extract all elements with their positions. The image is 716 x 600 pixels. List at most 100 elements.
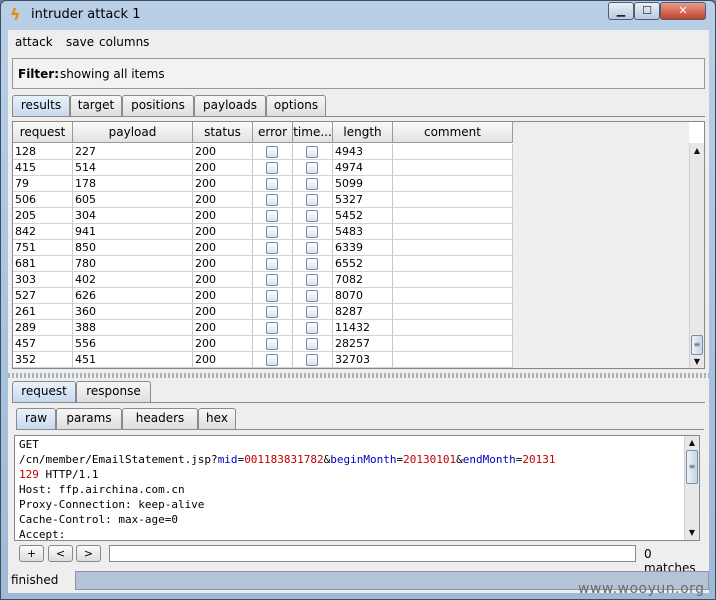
search-previous-button[interactable]: < (48, 545, 73, 562)
tab-request[interactable]: request (12, 381, 76, 402)
tab-payloads[interactable]: payloads (194, 95, 266, 116)
error-checkbox[interactable] (266, 194, 278, 206)
error-checkbox[interactable] (266, 290, 278, 302)
table-row[interactable]: 128 227 200 4943 (13, 144, 513, 160)
timeout-checkbox[interactable] (306, 210, 318, 222)
error-checkbox[interactable] (266, 178, 278, 190)
error-checkbox[interactable] (266, 226, 278, 238)
timeout-checkbox[interactable] (306, 354, 318, 366)
table-row[interactable]: 506 605 200 5327 (13, 192, 513, 208)
search-input[interactable] (109, 545, 636, 562)
scroll-thumb[interactable]: ≡ (691, 335, 703, 355)
cell-request: 289 (13, 320, 73, 336)
error-checkbox[interactable] (266, 258, 278, 270)
scroll-thumb[interactable]: ≡ (686, 450, 698, 484)
table-row[interactable]: 205 304 200 5452 (13, 208, 513, 224)
column-request[interactable]: request (13, 122, 73, 143)
table-scrollbar[interactable]: ▲ ≡ ▼ (689, 143, 704, 368)
cell-error (253, 272, 293, 288)
tab-raw[interactable]: raw (16, 408, 56, 429)
request-text[interactable]: GET /cn/member/EmailStatement.jsp?mid=00… (19, 437, 681, 542)
cell-status: 200 (193, 160, 253, 176)
table-row[interactable]: 527 626 200 8070 (13, 288, 513, 304)
tab-results[interactable]: results (12, 95, 70, 116)
error-checkbox[interactable] (266, 162, 278, 174)
menu-columns[interactable]: columns (99, 35, 149, 49)
tab-positions[interactable]: positions (122, 95, 194, 116)
column-comment[interactable]: comment (393, 122, 513, 143)
cell-length: 8070 (333, 288, 393, 304)
scroll-up-icon[interactable]: ▲ (691, 145, 703, 156)
menu-save[interactable]: save (66, 35, 94, 49)
tab-params[interactable]: params (56, 408, 122, 429)
tab-divider (12, 116, 705, 117)
cell-status: 200 (193, 352, 253, 368)
filter-bar[interactable]: Filter: showing all items (12, 58, 705, 89)
search-next-button[interactable]: > (76, 545, 101, 562)
table-row[interactable]: 681 780 200 6552 (13, 256, 513, 272)
timeout-checkbox[interactable] (306, 162, 318, 174)
timeout-checkbox[interactable] (306, 306, 318, 318)
column-timeout[interactable]: time... (293, 122, 333, 143)
timeout-checkbox[interactable] (306, 242, 318, 254)
title-bar[interactable]: ϟ intruder attack 1 ▁ ☐ ✕ (1, 1, 715, 29)
error-checkbox[interactable] (266, 210, 278, 222)
timeout-checkbox[interactable] (306, 258, 318, 270)
tab-target[interactable]: target (70, 95, 122, 116)
column-payload[interactable]: payload (73, 122, 193, 143)
scroll-down-icon[interactable]: ▼ (691, 356, 703, 367)
cell-timeout (293, 320, 333, 336)
cell-payload: 514 (73, 160, 193, 176)
search-add-button[interactable]: + (19, 545, 44, 562)
timeout-checkbox[interactable] (306, 322, 318, 334)
table-row[interactable]: 415 514 200 4974 (13, 160, 513, 176)
tab-response[interactable]: response (76, 381, 151, 402)
table-row[interactable]: 303 402 200 7082 (13, 272, 513, 288)
table-empty-area (513, 122, 689, 368)
error-checkbox[interactable] (266, 354, 278, 366)
cell-length: 7082 (333, 272, 393, 288)
table-row[interactable]: 842 941 200 5483 (13, 224, 513, 240)
table-row[interactable]: 289 388 200 11432 (13, 320, 513, 336)
timeout-checkbox[interactable] (306, 338, 318, 350)
table-row[interactable]: 261 360 200 8287 (13, 304, 513, 320)
timeout-checkbox[interactable] (306, 194, 318, 206)
error-checkbox[interactable] (266, 322, 278, 334)
minimize-button[interactable]: ▁ (608, 2, 634, 20)
param-name: beginMonth (330, 453, 397, 466)
timeout-checkbox[interactable] (306, 290, 318, 302)
table-row[interactable]: 79 178 200 5099 (13, 176, 513, 192)
cell-status: 200 (193, 208, 253, 224)
tab-hex[interactable]: hex (198, 408, 236, 429)
column-status[interactable]: status (193, 122, 253, 143)
intruder-window: ϟ intruder attack 1 ▁ ☐ ✕ attack save co… (0, 0, 716, 600)
close-button[interactable]: ✕ (660, 2, 706, 20)
error-checkbox[interactable] (266, 338, 278, 350)
error-checkbox[interactable] (266, 146, 278, 158)
error-checkbox[interactable] (266, 306, 278, 318)
column-error[interactable]: error (253, 122, 293, 143)
error-checkbox[interactable] (266, 274, 278, 286)
column-length[interactable]: length (333, 122, 393, 143)
editor-scrollbar[interactable]: ▲ ≡ ▼ (684, 436, 699, 540)
tab-headers[interactable]: headers (122, 408, 198, 429)
lower-tab-divider (12, 402, 705, 403)
menu-attack[interactable]: attack (15, 35, 53, 49)
request-editor[interactable]: GET /cn/member/EmailStatement.jsp?mid=00… (14, 435, 700, 541)
scroll-down-icon[interactable]: ▼ (686, 527, 698, 538)
table-row[interactable]: 352 451 200 32703 (13, 352, 513, 368)
table-row[interactable]: 751 850 200 6339 (13, 240, 513, 256)
split-pane-divider[interactable] (8, 373, 709, 378)
tab-options[interactable]: options (266, 95, 326, 116)
timeout-checkbox[interactable] (306, 146, 318, 158)
timeout-checkbox[interactable] (306, 178, 318, 190)
cell-length: 28257 (333, 336, 393, 352)
timeout-checkbox[interactable] (306, 226, 318, 238)
timeout-checkbox[interactable] (306, 274, 318, 286)
cell-request: 415 (13, 160, 73, 176)
error-checkbox[interactable] (266, 242, 278, 254)
scroll-up-icon[interactable]: ▲ (686, 437, 698, 448)
cell-comment (393, 272, 513, 288)
table-row[interactable]: 457 556 200 28257 (13, 336, 513, 352)
maximize-button[interactable]: ☐ (634, 2, 660, 20)
